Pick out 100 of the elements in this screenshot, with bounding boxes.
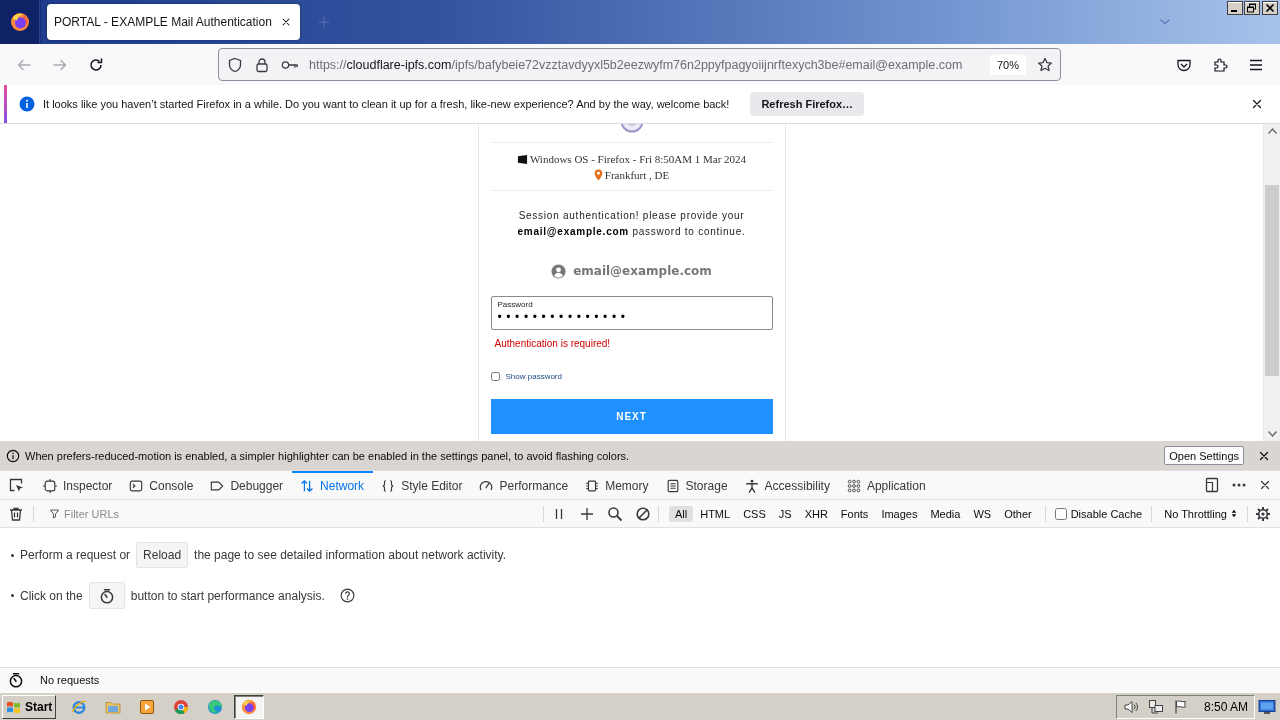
type-filter-button[interactable]: Fonts bbox=[834, 505, 875, 522]
hint-text: Perform a request or bbox=[20, 548, 131, 562]
filter-field[interactable]: Filter URLs bbox=[64, 504, 535, 523]
person-icon bbox=[744, 479, 759, 493]
browser-icon bbox=[241, 698, 257, 715]
throttling-dropdown[interactable]: No Throttling bbox=[1160, 507, 1241, 520]
star-icon[interactable] bbox=[1037, 56, 1053, 73]
devtools-tab[interactable]: Style Editor bbox=[373, 471, 472, 499]
braces-icon bbox=[381, 479, 396, 493]
element-picker-icon[interactable] bbox=[8, 477, 24, 493]
settings-icon[interactable] bbox=[1255, 505, 1271, 522]
password-field[interactable]: Password ••••••••••••••• bbox=[490, 296, 773, 330]
scrollbar[interactable] bbox=[1263, 124, 1280, 441]
up-down-caret-icon bbox=[1231, 509, 1237, 518]
restore-icon[interactable] bbox=[1244, 1, 1260, 15]
search-icon[interactable] bbox=[606, 505, 623, 522]
show-password-checkbox[interactable] bbox=[490, 371, 500, 381]
hint-text: the page to see detailed information about network activity. bbox=[194, 548, 507, 562]
auth-message: Session authentication! please provide your email@example.com password to continue. bbox=[516, 209, 747, 239]
gauge-icon bbox=[479, 479, 494, 493]
filter-icon bbox=[49, 508, 60, 519]
browser-icon bbox=[207, 698, 223, 715]
type-filter-button[interactable]: Other bbox=[998, 505, 1038, 522]
devtools-tab[interactable]: Console bbox=[121, 471, 203, 499]
up-down-arrows-icon bbox=[300, 479, 315, 493]
desktop-icon[interactable] bbox=[1258, 698, 1276, 715]
trash-icon[interactable] bbox=[8, 505, 24, 522]
browser-icon bbox=[173, 698, 189, 715]
location-text: Frankfurt , DE bbox=[604, 169, 670, 181]
taskbar-button[interactable] bbox=[234, 694, 264, 719]
type-filter-button[interactable]: Images bbox=[875, 505, 924, 522]
close-icon[interactable] bbox=[1262, 1, 1278, 15]
speaker-icon[interactable] bbox=[1122, 698, 1139, 715]
scrollbar-thumb[interactable] bbox=[1265, 185, 1279, 376]
hint-text: button to start performance analysis. bbox=[130, 588, 325, 603]
bullet-icon bbox=[11, 594, 14, 597]
key-icon[interactable] bbox=[281, 58, 299, 71]
scroll-up-icon[interactable] bbox=[1267, 128, 1277, 134]
refresh-button[interactable]: Refresh Firefox… bbox=[750, 92, 865, 116]
stopwatch-icon bbox=[8, 672, 24, 688]
devtools-tab[interactable]: Inspector bbox=[35, 471, 122, 499]
notice-text: When prefers-reduced-motion is enabled, a simpler highlighter can be enabled in the settings panel, to avoid flashing colors. bbox=[25, 449, 630, 462]
start-button[interactable]: Start bbox=[2, 694, 56, 719]
bullet-icon bbox=[11, 553, 14, 557]
reload-icon[interactable] bbox=[88, 56, 104, 73]
zoom-level-button[interactable]: 70% bbox=[989, 54, 1026, 75]
browser-logo-icon[interactable] bbox=[9, 12, 30, 32]
flag-icon[interactable] bbox=[1172, 698, 1189, 715]
device-text: Windows OS - Firefox - Fri 8:50AM 1 Mar 2024 bbox=[529, 153, 747, 165]
shield-icon[interactable] bbox=[227, 56, 243, 73]
type-filter-button[interactable]: WS bbox=[967, 505, 998, 522]
info-icon bbox=[6, 448, 20, 463]
type-filter-button[interactable]: All bbox=[668, 505, 694, 522]
reload-button[interactable]: Reload bbox=[136, 542, 189, 568]
hint-text: Click on the bbox=[20, 588, 83, 603]
notification-accent bbox=[4, 85, 7, 123]
type-filter-button[interactable]: CSS bbox=[737, 505, 772, 522]
error-message: Authentication is required! bbox=[494, 338, 611, 350]
type-filter-button[interactable]: XHR bbox=[798, 505, 834, 522]
dock-side-icon[interactable] bbox=[1204, 477, 1220, 493]
devtools-tab[interactable]: Memory bbox=[577, 471, 658, 499]
help-icon[interactable] bbox=[339, 588, 355, 603]
performance-button[interactable] bbox=[88, 582, 125, 609]
status-text: No requests bbox=[40, 674, 100, 686]
puzzle-icon[interactable] bbox=[1212, 56, 1228, 73]
minimize-icon[interactable] bbox=[1227, 1, 1243, 15]
plus-icon[interactable] bbox=[578, 505, 595, 522]
devtools-tab[interactable]: Accessibility bbox=[736, 471, 839, 499]
chip-icon bbox=[585, 479, 600, 493]
scroll-down-icon[interactable] bbox=[1267, 431, 1277, 437]
devtools-tab[interactable]: Application bbox=[838, 471, 935, 499]
close-icon[interactable] bbox=[1250, 97, 1264, 111]
media-player-icon bbox=[139, 698, 155, 715]
browser-icon bbox=[71, 698, 87, 715]
window-icon bbox=[516, 153, 528, 165]
clock-text: 8:50 AM bbox=[1203, 699, 1248, 714]
type-filter-button[interactable]: Media bbox=[924, 505, 967, 522]
info-icon bbox=[19, 96, 35, 112]
devtools-tab[interactable]: Storage bbox=[657, 471, 737, 499]
network-icon[interactable] bbox=[1147, 698, 1164, 715]
checkbox-label: Disable Cache bbox=[1070, 507, 1143, 520]
user-icon bbox=[551, 263, 567, 279]
open-settings-button[interactable]: Open Settings bbox=[1164, 446, 1244, 465]
stopwatch-icon bbox=[98, 587, 115, 604]
type-filter-button[interactable]: HTML bbox=[694, 505, 737, 522]
lock-icon[interactable] bbox=[254, 56, 270, 73]
devtools-tab[interactable]: Debugger bbox=[202, 471, 293, 499]
block-icon[interactable] bbox=[634, 505, 651, 522]
browser-tab[interactable]: PORTAL - EXAMPLE Mail Authentication bbox=[47, 4, 300, 40]
address-field[interactable]: https://cloudflare-ipfs.com/ipfs/bafybeie72vzztavdyyxl5b2eezwyfm76n2ppyfpagyoiijnrftexych3be#email@example.com 70% bbox=[218, 48, 1061, 81]
storage-icon bbox=[665, 479, 680, 493]
location-pin-icon bbox=[593, 169, 603, 181]
terminal-icon bbox=[129, 479, 144, 493]
account-email: email@example.com bbox=[573, 264, 712, 278]
close-icon[interactable] bbox=[1258, 478, 1272, 492]
devtools-tab[interactable]: Performance bbox=[471, 471, 578, 499]
type-filter-button[interactable]: JS bbox=[772, 505, 798, 522]
dot-grid-icon bbox=[846, 479, 861, 493]
inspector-box-icon bbox=[43, 479, 57, 493]
disable-cache-checkbox[interactable] bbox=[1054, 507, 1067, 520]
